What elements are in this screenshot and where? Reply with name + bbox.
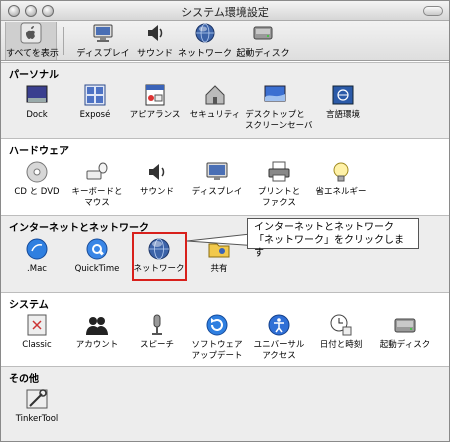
callout-line-1: インターネットとネットワーク [254,222,394,233]
instruction-callout: インターネットとネットワーク 「ネットワーク」をクリックします [247,218,419,259]
system-preferences-window: システム環境設定 すべてを表示 ディスプレイ サウンド ネットワーク 起動ディス… [0,0,450,442]
callout-line-2: 「ネットワーク」をクリックします [254,235,404,259]
